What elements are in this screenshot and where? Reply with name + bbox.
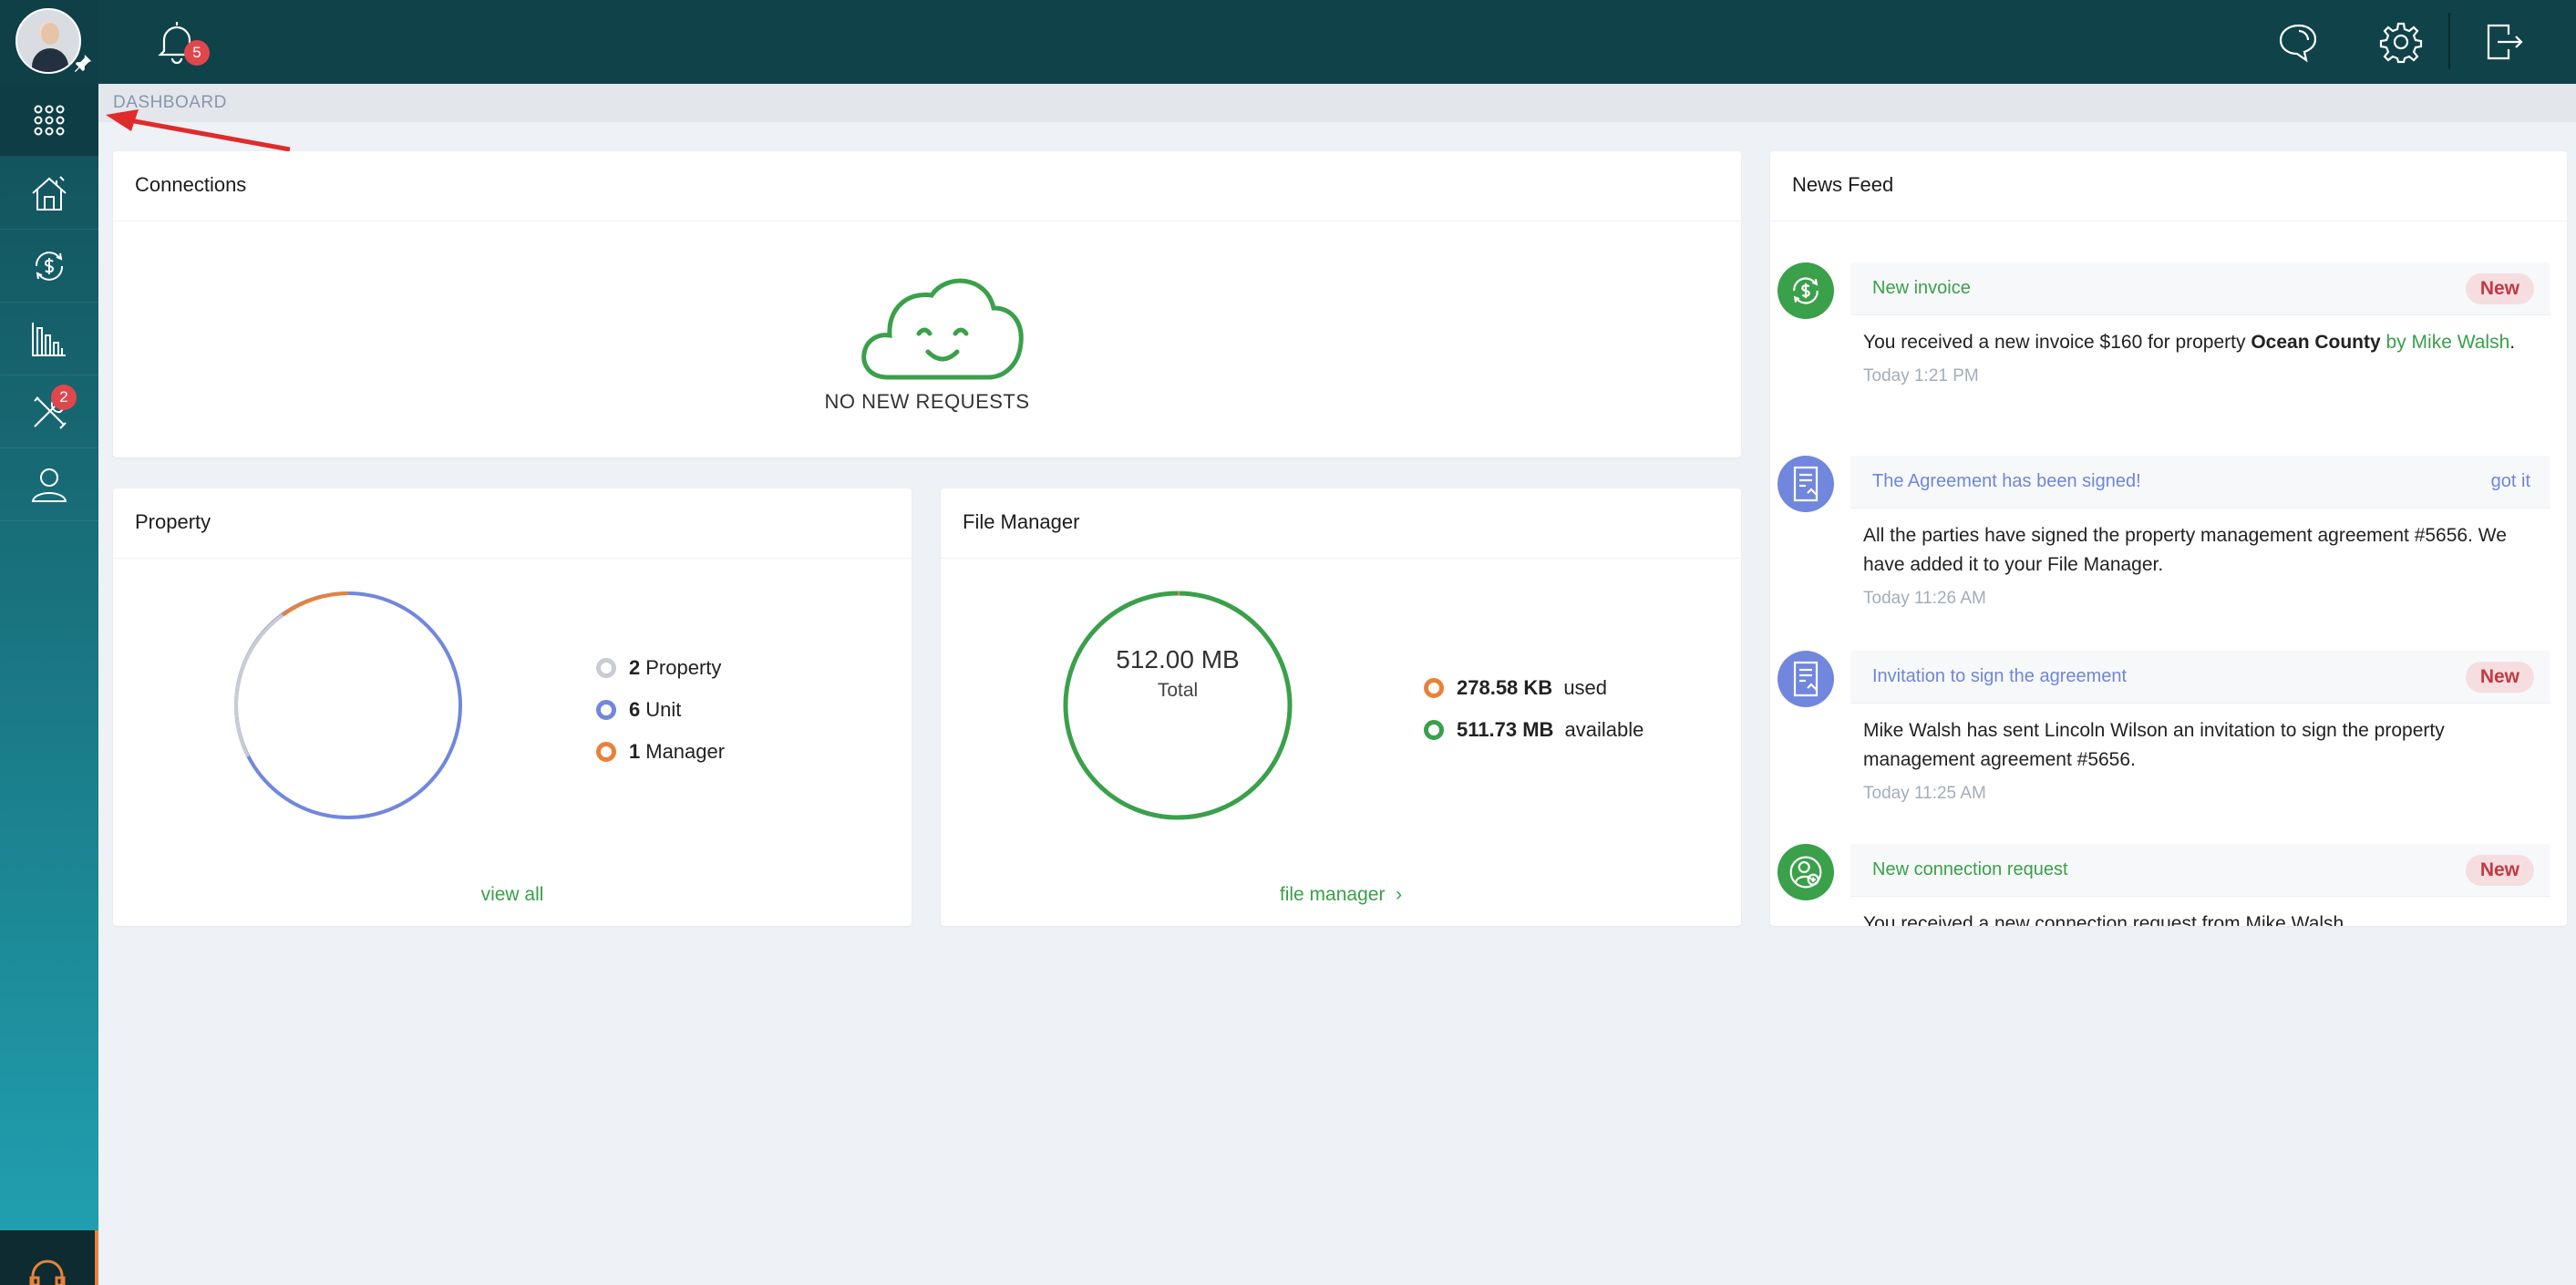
sidebar-item-maintenance[interactable]: 2: [0, 375, 98, 448]
legend-dot: [1424, 720, 1444, 740]
news-item-time: Today 11:25 AM: [1850, 775, 2550, 817]
chevron-right-icon: ›: [1390, 884, 1403, 905]
new-badge: New: [2465, 662, 2534, 693]
news-item-title: New invoice: [1872, 278, 1971, 298]
support-button[interactable]: [0, 1230, 98, 1285]
news-item-title: New connection request: [1872, 859, 2068, 879]
sidebar-item-dashboard[interactable]: [0, 84, 98, 157]
storage-donut: 512.00 MB Total: [1061, 589, 1294, 822]
pin-icon[interactable]: [73, 53, 93, 73]
news-item-time: Today 11:26 AM: [1850, 580, 2550, 622]
notification-badge: 5: [184, 40, 210, 66]
legend-property: 2 Property: [596, 656, 721, 680]
new-badge: New: [2465, 273, 2534, 304]
legend-dot: [1424, 678, 1444, 698]
legend-unit: 6 Unit: [596, 698, 681, 722]
legend-available: 511.73 MB available: [1424, 718, 1643, 742]
add-connection-icon: [1777, 844, 1834, 900]
news-item-title: The Agreement has been signed!: [1872, 471, 2141, 491]
bar-chart-icon: [32, 322, 66, 356]
got-it-button[interactable]: got it: [2491, 471, 2530, 492]
storage-total-label: Total: [1157, 680, 1199, 701]
card-title: Connections: [135, 173, 247, 196]
new-badge: New: [2465, 855, 2534, 886]
sidebar: 2: [0, 0, 98, 1285]
file-manager-link[interactable]: file manager ›: [941, 884, 1741, 906]
file-manager-card: File Manager 512.00 MB Total 278.58 KB u…: [941, 488, 1741, 926]
sidebar-item-properties[interactable]: [0, 157, 98, 230]
money-exchange-icon: [35, 251, 64, 281]
grid-icon: [34, 105, 65, 135]
signed-document-icon: [1777, 456, 1834, 512]
breadcrumb-bar: DASHBOARD: [98, 84, 2576, 122]
logout-icon[interactable]: [2481, 20, 2525, 64]
news-item-time: Today 1:21 PM: [1850, 357, 2550, 399]
card-title: News Feed: [1792, 173, 1894, 196]
empty-state-text: NO NEW REQUESTS: [824, 390, 1030, 413]
chat-icon[interactable]: [2277, 20, 2321, 64]
sidebar-item-reports[interactable]: [0, 303, 98, 375]
news-item-text: All the parties have signed the property…: [1850, 509, 2550, 580]
agreement-icon: [1777, 651, 1834, 707]
user-profile[interactable]: [0, 0, 98, 84]
news-feed-card: News Feed New invoice New You received a…: [1770, 151, 2567, 926]
card-title: Property: [135, 510, 211, 533]
house-icon: [32, 175, 67, 211]
top-bar: 5: [98, 0, 2576, 84]
happy-cloud-icon: [861, 278, 1024, 380]
legend-used: 278.58 KB used: [1424, 676, 1607, 700]
legend-dot: [596, 700, 616, 720]
annotation-arrow: [106, 109, 291, 152]
mike-walsh-link[interactable]: by Mike Walsh: [2381, 332, 2510, 353]
headset-icon: [29, 1259, 66, 1285]
maintenance-badge: 2: [51, 385, 77, 410]
legend-manager: 1 Manager: [596, 740, 725, 764]
legend-dot: [596, 742, 616, 762]
top-divider: [2448, 13, 2450, 69]
gear-icon[interactable]: [2379, 20, 2423, 64]
user-icon: [31, 468, 67, 502]
news-item-text: Mike Walsh has sent Lincoln Wilson an in…: [1850, 704, 2550, 775]
property-card: Property 2 Property 6 Unit 1 Manager view a…: [113, 488, 912, 926]
connections-card: Connections NO NEW REQUESTS: [113, 151, 1741, 457]
news-item-text: You received a new invoice $160 for prop…: [1850, 315, 2550, 357]
news-feed-list[interactable]: New invoice New You received a new invoi…: [1770, 222, 2567, 926]
property-donut-chart: [233, 591, 462, 819]
legend-dot: [596, 658, 616, 678]
avatar[interactable]: [15, 8, 81, 74]
view-all-link[interactable]: view all: [113, 884, 912, 906]
sidebar-item-profile[interactable]: [0, 448, 98, 521]
storage-total-value: 512.00 MB: [1116, 645, 1240, 673]
news-item-title: Invitation to sign the agreement: [1872, 666, 2128, 686]
news-item-text: You received a new connection request fr…: [1850, 897, 2550, 926]
invoice-icon: [1777, 262, 1834, 319]
card-title: File Manager: [963, 510, 1080, 533]
sidebar-item-payments[interactable]: [0, 230, 98, 303]
